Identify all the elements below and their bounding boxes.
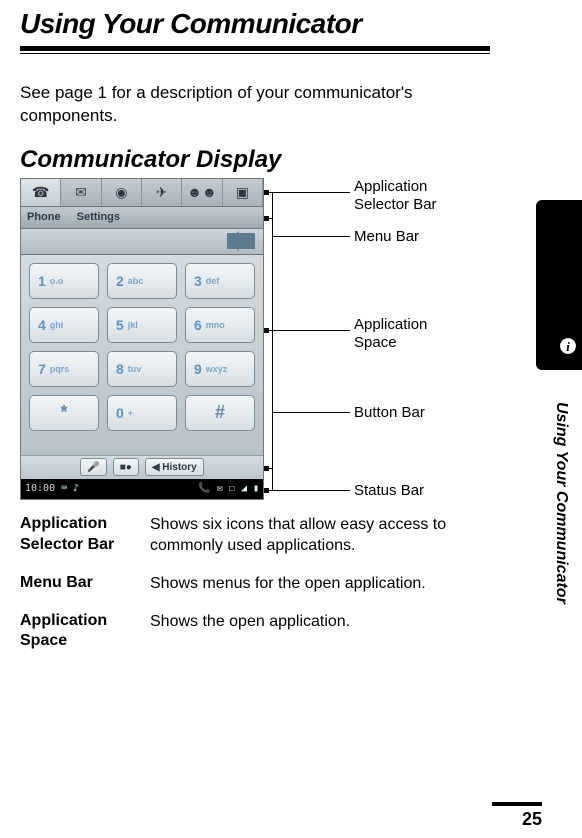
callout-menubar: Menu Bar [354, 228, 419, 246]
button-bar: 🎤 ■● ◀ History [21, 455, 263, 479]
key-0: 0+ [107, 395, 177, 431]
table-row: Menu Bar Shows menus for the open applic… [20, 573, 450, 595]
communicator-screenshot: ☎ ✉ ◉ ✈ ☻☻ ▣ Phone Settings 1o.o 2abc 3d… [20, 178, 264, 500]
def-term: Application Selector Bar [20, 514, 150, 557]
asb-tab-globe-icon: ◉ [102, 179, 142, 206]
callouts: Application Selector Bar Menu Bar Applic… [272, 178, 472, 500]
rule-thick [20, 46, 490, 51]
callout-statusbar: Status Bar [354, 482, 424, 500]
section-heading: Communicator Display [20, 146, 542, 174]
rule-thin [20, 53, 490, 54]
menu-item-settings: Settings [77, 211, 120, 223]
def-term: Menu Bar [20, 573, 150, 595]
asb-tab-mail-icon: ✉ [61, 179, 101, 206]
key-1: 1o.o [29, 263, 99, 299]
toolbar [21, 229, 263, 255]
svg-text:i: i [566, 339, 570, 354]
table-row: Application Selector Bar Shows six icons… [20, 514, 450, 557]
asb-tab-box-icon: ▣ [223, 179, 263, 206]
callout-appspace: Application Space [354, 316, 454, 352]
def-desc: Shows six icons that allow easy access t… [150, 514, 450, 557]
back-arrow-icon [227, 233, 255, 249]
menu-item-phone: Phone [27, 211, 61, 223]
page-title: Using Your Communicator [20, 6, 542, 46]
status-bell-icon: ♪ [73, 483, 79, 494]
def-desc: Shows the open application. [150, 611, 450, 653]
bb-mic-icon: 🎤 [80, 458, 106, 476]
key-7: 7pqrs [29, 351, 99, 387]
key-hash: # [185, 395, 255, 431]
status-time: 10:00 [25, 483, 55, 494]
status-mail-icon: ✉ [217, 483, 223, 494]
definitions-table: Application Selector Bar Shows six icons… [20, 514, 450, 652]
status-battery-icon: ▮ [253, 483, 259, 494]
callout-asb: Application Selector Bar [354, 178, 464, 214]
status-bar: 10:00 ⌨ ♪ 📞 ✉ ☐ ◢ ▮ [21, 479, 263, 499]
phone-icon: i [538, 298, 578, 360]
status-signal-icon: ◢ [241, 483, 247, 494]
def-term: Application Space [20, 611, 150, 653]
key-3: 3def [185, 263, 255, 299]
bb-video-icon: ■● [113, 458, 139, 476]
status-msg-icon: ☐ [229, 483, 235, 494]
key-4: 4ghi [29, 307, 99, 343]
key-star: * [29, 395, 99, 431]
key-2: 2abc [107, 263, 177, 299]
key-6: 6mno [185, 307, 255, 343]
keypad: 1o.o 2abc 3def 4ghi 5jkl 6mno 7pqrs 8tuv… [21, 255, 263, 455]
application-selector-bar: ☎ ✉ ◉ ✈ ☻☻ ▣ [21, 179, 263, 207]
side-section-label: Using Your Communicator [552, 402, 570, 604]
status-phone-icon: 📞 [198, 483, 210, 494]
menu-bar: Phone Settings [21, 207, 263, 229]
status-keyboard-icon: ⌨ [61, 483, 67, 494]
bb-history-button: ◀ History [145, 458, 204, 476]
asb-tab-bird-icon: ✈ [142, 179, 182, 206]
def-desc: Shows menus for the open application. [150, 573, 450, 595]
key-8: 8tuv [107, 351, 177, 387]
asb-tab-phone-icon: ☎ [21, 179, 61, 206]
key-5: 5jkl [107, 307, 177, 343]
page-rule [492, 802, 542, 806]
table-row: Application Space Shows the open applica… [20, 611, 450, 653]
asb-tab-contacts-icon: ☻☻ [182, 179, 222, 206]
page-number: 25 [522, 809, 542, 830]
intro-text: See page 1 for a description of your com… [20, 82, 480, 128]
callout-buttonbar: Button Bar [354, 404, 425, 422]
key-9: 9wxyz [185, 351, 255, 387]
